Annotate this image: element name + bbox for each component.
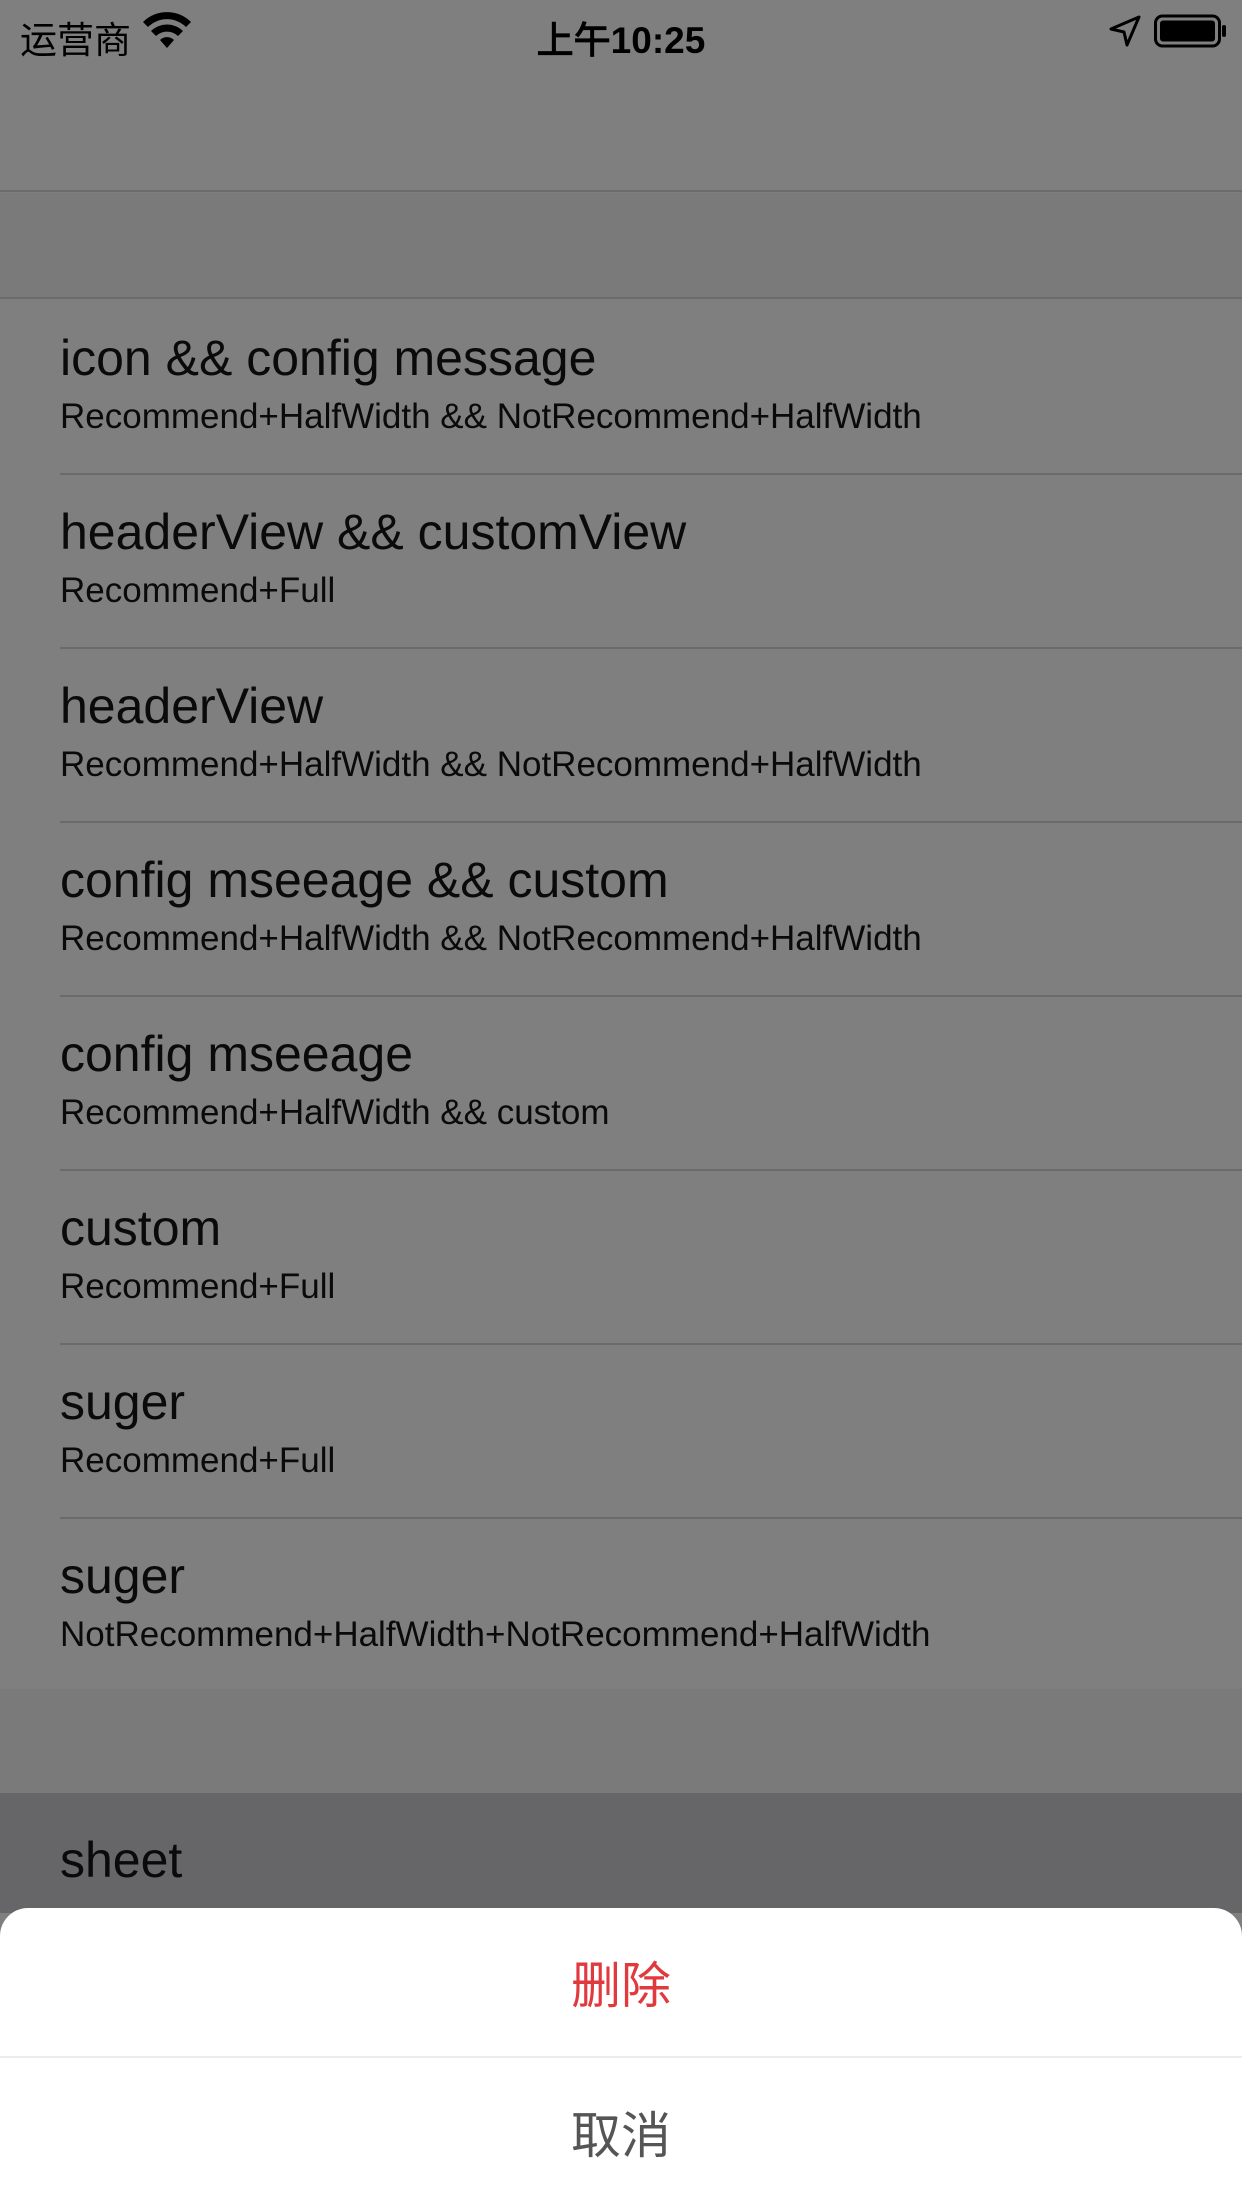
status-time: 上午10:25 <box>536 20 706 61</box>
list-item-subtitle: Recommend+Full <box>60 1441 336 1480</box>
location-arrow-icon <box>1109 15 1141 47</box>
list-item[interactable]: icon && config message Recommend+HalfWidt… <box>0 299 1242 473</box>
list-item[interactable]: config mseeage && custom Recommend+HalfWi… <box>0 821 1242 995</box>
list-item-subtitle: Recommend+Full <box>60 1267 336 1306</box>
list-item[interactable]: config mseeage Recommend+HalfWidth && cus… <box>0 995 1242 1169</box>
list-item-subtitle: Recommend+HalfWidth && NotRecommend+Half… <box>60 397 922 436</box>
list-item[interactable]: headerView Recommend+HalfWidth && NotReco… <box>0 647 1242 821</box>
battery-icon <box>1154 14 1226 48</box>
list-item-subtitle: Recommend+HalfWidth && NotRecommend+Half… <box>60 919 922 958</box>
list-item-subtitle: Recommend+Full <box>60 571 336 610</box>
sheet-row-label: sheet <box>60 1832 183 1888</box>
list-item[interactable]: custom Recommend+Full <box>0 1169 1242 1343</box>
screen: 运营商 上午10:25 icon && config message Recomm… <box>0 0 1242 2208</box>
cancel-button[interactable]: 取消 <box>0 2058 1242 2206</box>
list-item-title: config mseeage && custom <box>60 852 669 908</box>
navigation-bar <box>0 60 1242 192</box>
section-header <box>0 193 1242 297</box>
section-header-2 <box>0 1689 1242 1793</box>
list-item-title: config mseeage <box>60 1026 414 1082</box>
list-item-title: custom <box>60 1200 222 1256</box>
list-item-subtitle: NotRecommend+HalfWidth+NotRecommend+Half… <box>60 1615 931 1654</box>
options-list: icon && config message Recommend+HalfWidt… <box>0 297 1242 1693</box>
action-sheet: 删除 取消 <box>0 1908 1242 2208</box>
list-item-title: headerView && customView <box>60 504 687 560</box>
status-bar: 运营商 上午10:25 <box>0 0 1242 61</box>
list-item-title: icon && config message <box>60 330 597 386</box>
list-item-title: headerView <box>60 678 324 734</box>
list-item-title: suger <box>60 1374 186 1430</box>
list-item-title: suger <box>60 1548 186 1604</box>
delete-button[interactable]: 删除 <box>0 1908 1242 2056</box>
list-item-subtitle: Recommend+HalfWidth && custom <box>60 1093 610 1132</box>
list-item[interactable]: suger NotRecommend+HalfWidth+NotRecommend… <box>0 1517 1242 1691</box>
list-item-subtitle: Recommend+HalfWidth && NotRecommend+Half… <box>60 745 922 784</box>
list-item[interactable]: headerView && customView Recommend+Full <box>0 473 1242 647</box>
sheet-row[interactable]: sheet <box>0 1793 1242 1913</box>
list-item[interactable]: suger Recommend+Full <box>0 1343 1242 1517</box>
